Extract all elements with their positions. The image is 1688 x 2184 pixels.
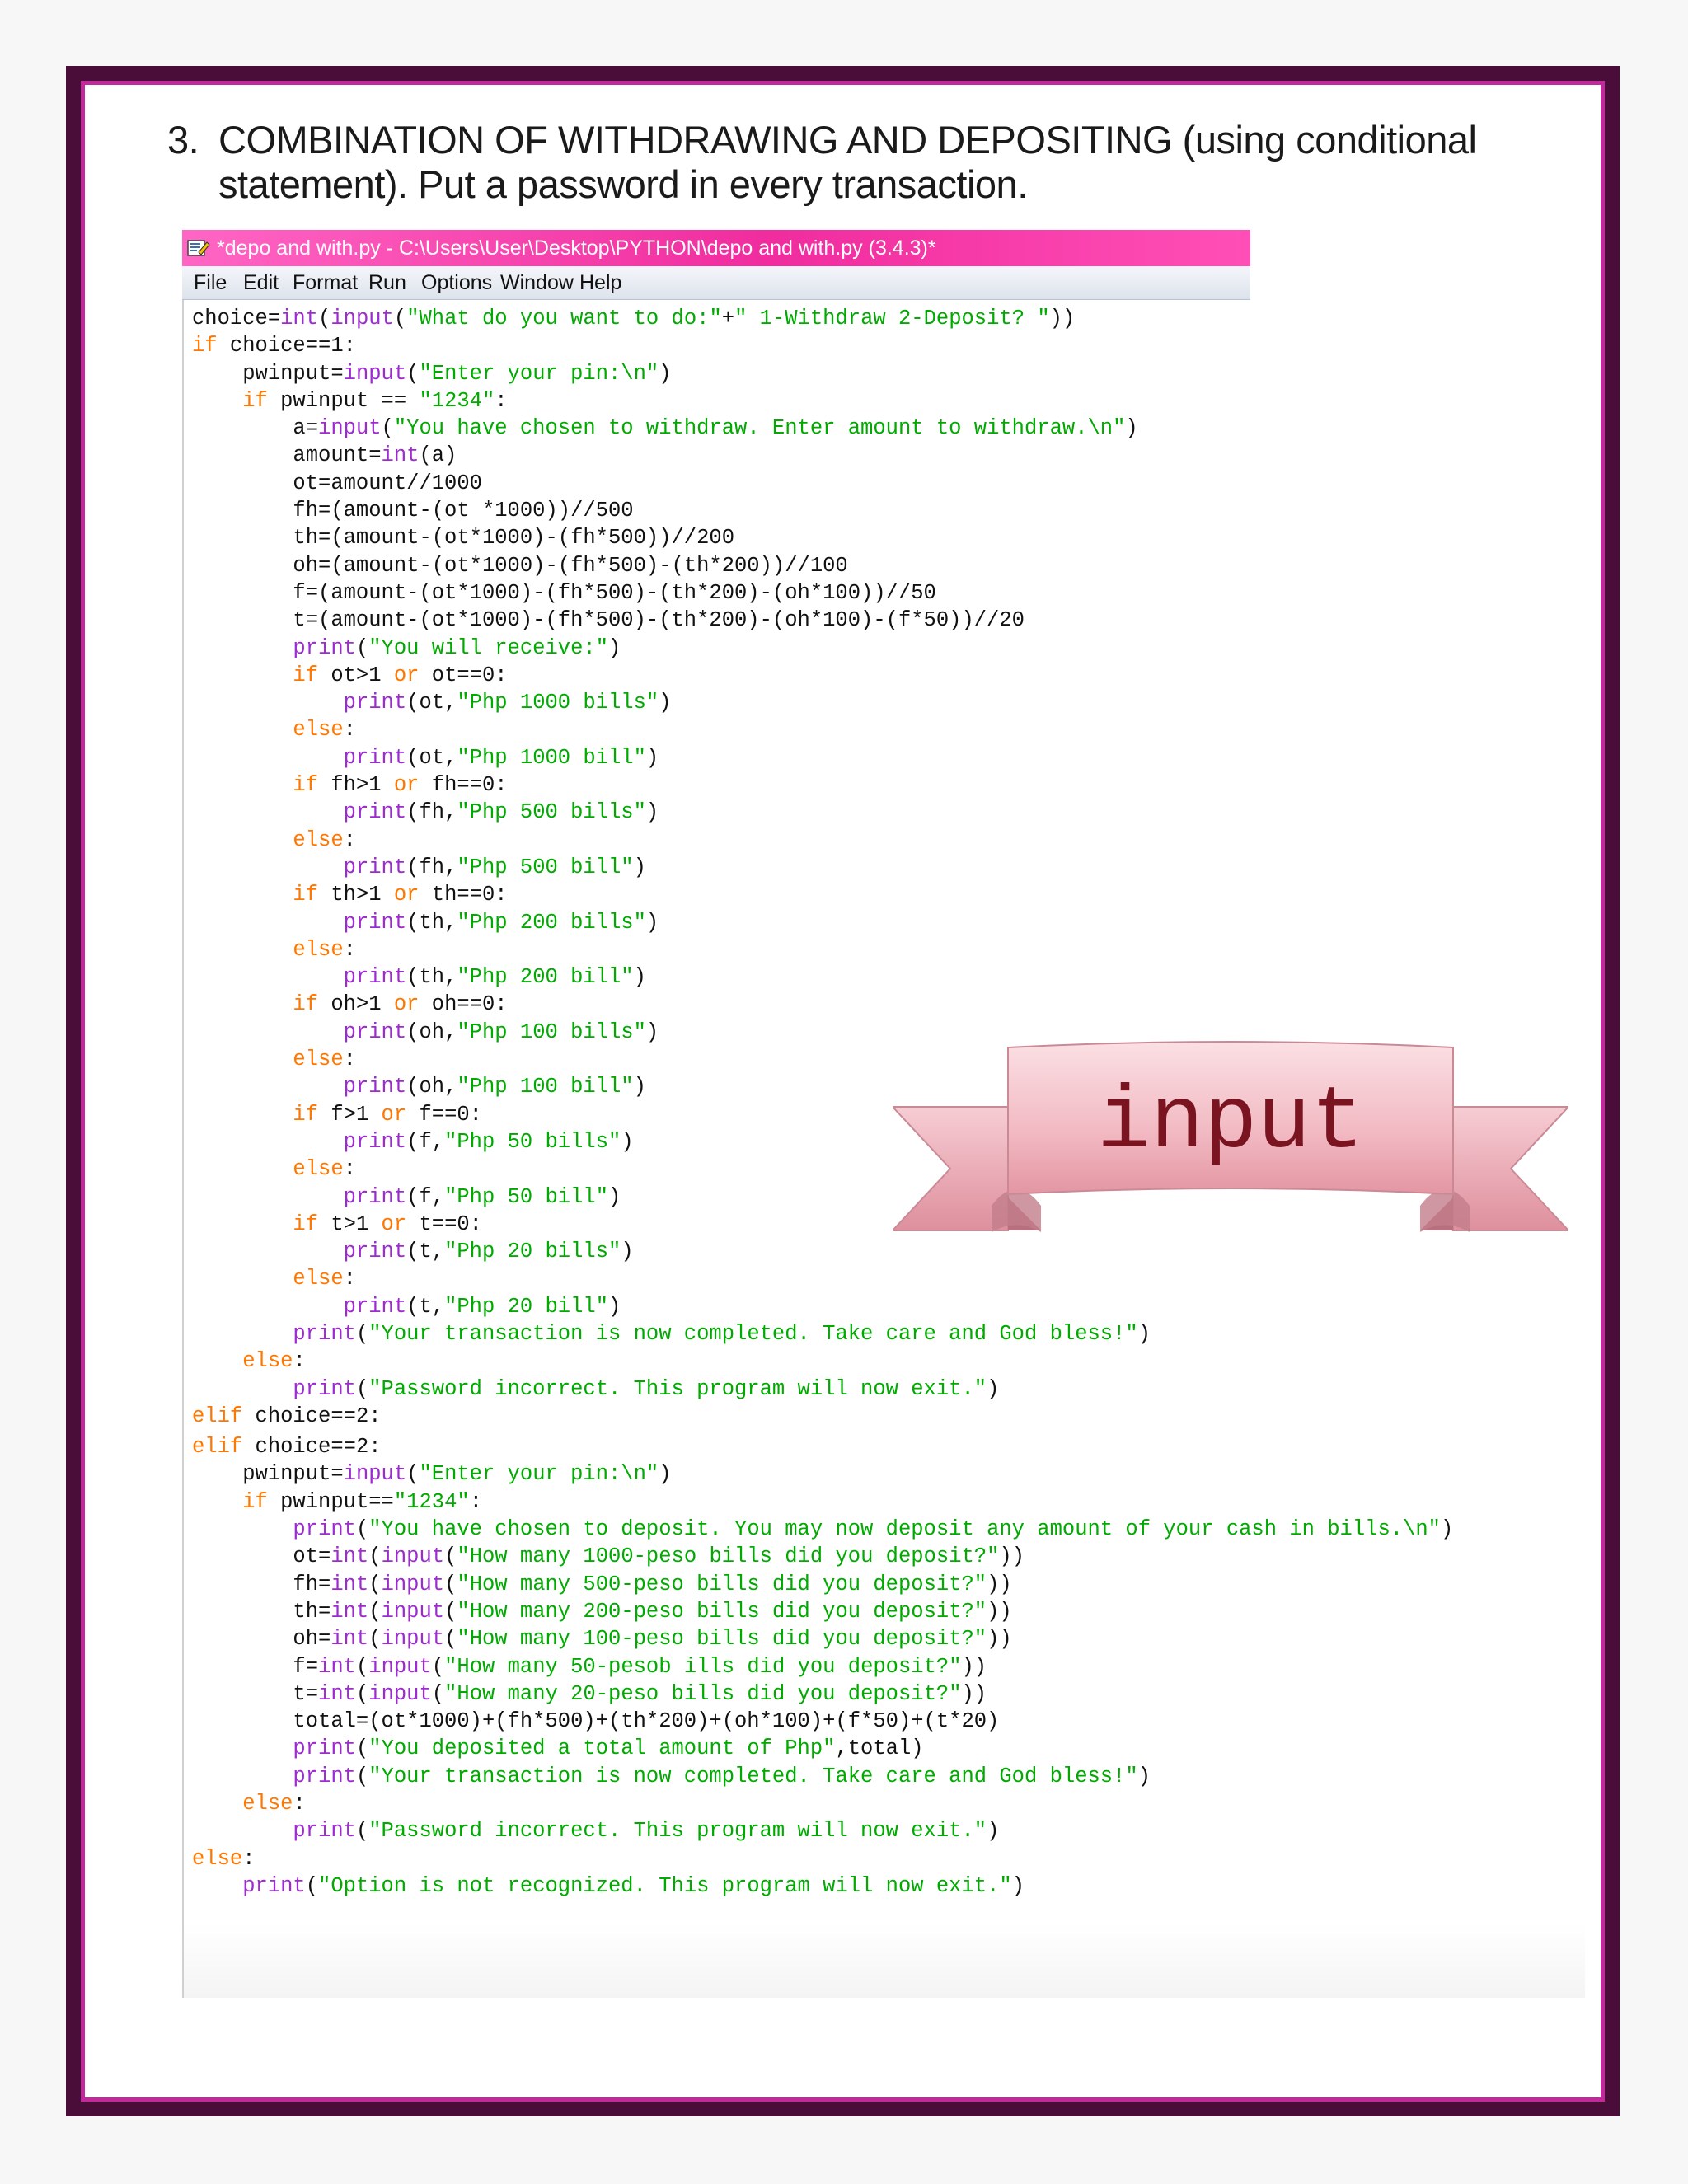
code-line: amount=int(a)	[192, 443, 457, 468]
code-line: elif choice==2:	[192, 1404, 382, 1428]
ribbon-label: input	[1096, 1073, 1365, 1174]
code-line: print("Option is not recognized. This pr…	[242, 1873, 1025, 1898]
code-line: print(th,"Php 200 bills")	[343, 910, 659, 935]
code-line: t=(amount-(ot*1000)-(fh*500)-(th*200)-(o…	[192, 608, 1025, 633]
menu-window[interactable]: Window	[500, 266, 574, 299]
code-line: print("You will receive:")	[293, 635, 621, 660]
code-line: if oh>1 or oh==0:	[293, 992, 508, 1017]
code-line: total=(ot*1000)+(fh*500)+(th*200)+(oh*10…	[192, 1709, 1000, 1734]
code-line: t=int(input("How many 20-peso bills did …	[192, 1681, 987, 1706]
code-line: f=int(input("How many 50-pesob ills did …	[192, 1654, 987, 1679]
code-line: print(ot,"Php 1000 bills")	[343, 691, 672, 715]
code-line: fh=int(input("How many 500-peso bills di…	[192, 1572, 1012, 1596]
code-line: print("You have chosen to deposit. You m…	[293, 1517, 1454, 1542]
code-line: print(t,"Php 20 bills")	[343, 1240, 634, 1264]
code-line: if choice==1:	[192, 334, 356, 359]
code-line: print(th,"Php 200 bill")	[343, 965, 646, 990]
code-line: print(fh,"Php 500 bill")	[343, 855, 646, 879]
menu-bar: File Edit Format Run Options Window Help	[182, 266, 1250, 300]
code-line: oh=int(input("How many 100-peso bills di…	[192, 1627, 1012, 1652]
code-line: oh=(amount-(ot*1000)-(fh*500)-(th*200))/…	[192, 553, 848, 578]
code-line: print("Password incorrect. This program …	[293, 1819, 1000, 1844]
heading-line-2: statement). Put a password in every tran…	[218, 162, 1028, 206]
page-content: 3. COMBINATION OF WITHDRAWING AND DEPOSI…	[85, 85, 1601, 2097]
code-line: choice=int(input("What do you want to do…	[192, 307, 1076, 330]
menu-file[interactable]: File	[194, 266, 227, 299]
code-line: if pwinput=="1234":	[242, 1489, 482, 1514]
code-line: f=(amount-(ot*1000)-(fh*500)-(th*200)-(o…	[192, 580, 936, 605]
page-frame-border: 3. COMBINATION OF WITHDRAWING AND DEPOSI…	[81, 81, 1605, 2102]
code-line: else:	[293, 1267, 356, 1291]
code-line: th=(amount-(ot*1000)-(fh*500))//200	[192, 526, 735, 551]
input-ribbon-banner: input	[890, 1041, 1571, 1239]
editor-bottom-shade	[184, 1924, 1585, 1998]
code-line: else:	[293, 718, 356, 743]
code-line: print("Your transaction is now completed…	[293, 1321, 1151, 1346]
code-line: print("You deposited a total amount of P…	[293, 1736, 924, 1761]
code-line: elif choice==2:	[192, 1435, 382, 1460]
python-idle-icon	[187, 240, 210, 256]
menu-help[interactable]: Help	[579, 266, 621, 299]
code-line: pwinput=input("Enter your pin:\n")	[192, 1462, 672, 1487]
code-line: else:	[293, 827, 356, 852]
code-line: if th>1 or th==0:	[293, 883, 508, 907]
page-frame: 3. COMBINATION OF WITHDRAWING AND DEPOSI…	[66, 66, 1620, 2116]
code-line: print("Your transaction is now completed…	[293, 1764, 1151, 1788]
window-title: *depo and with.py - C:\Users\User\Deskto…	[217, 237, 936, 260]
code-line: print(fh,"Php 500 bills")	[343, 800, 659, 825]
menu-format[interactable]: Format	[293, 266, 358, 299]
code-line: fh=(amount-(ot *1000))//500	[192, 499, 634, 523]
heading-line-1: COMBINATION OF WITHDRAWING AND DEPOSITIN…	[218, 118, 1477, 162]
code-line: print(ot,"Php 1000 bill")	[343, 745, 659, 770]
code-line: ot=int(input("How many 1000-peso bills d…	[192, 1544, 1025, 1569]
code-line: if pwinput == "1234":	[242, 388, 508, 413]
heading-number: 3.	[167, 118, 199, 162]
code-line: print(t,"Php 20 bill")	[343, 1294, 621, 1319]
menu-run[interactable]: Run	[368, 266, 406, 299]
code-line: if fh>1 or fh==0:	[293, 773, 508, 798]
window-titlebar[interactable]: *depo and with.py - C:\Users\User\Deskto…	[182, 230, 1250, 266]
code-line: else:	[242, 1792, 306, 1816]
code-line: th=int(input("How many 200-peso bills di…	[192, 1599, 1012, 1624]
code-line: a=input("You have chosen to withdraw. En…	[192, 416, 1138, 441]
code-line: else:	[293, 937, 356, 962]
code-line: else:	[242, 1349, 306, 1374]
code-line: pwinput=input("Enter your pin:\n")	[192, 361, 672, 386]
code-line: print("Password incorrect. This program …	[293, 1376, 1000, 1401]
code-line: if ot>1 or ot==0:	[293, 663, 508, 687]
code-line: ot=amount//1000	[192, 471, 482, 495]
menu-options[interactable]: Options	[421, 266, 492, 299]
code-line: else:	[192, 1846, 256, 1871]
menu-edit[interactable]: Edit	[243, 266, 279, 299]
